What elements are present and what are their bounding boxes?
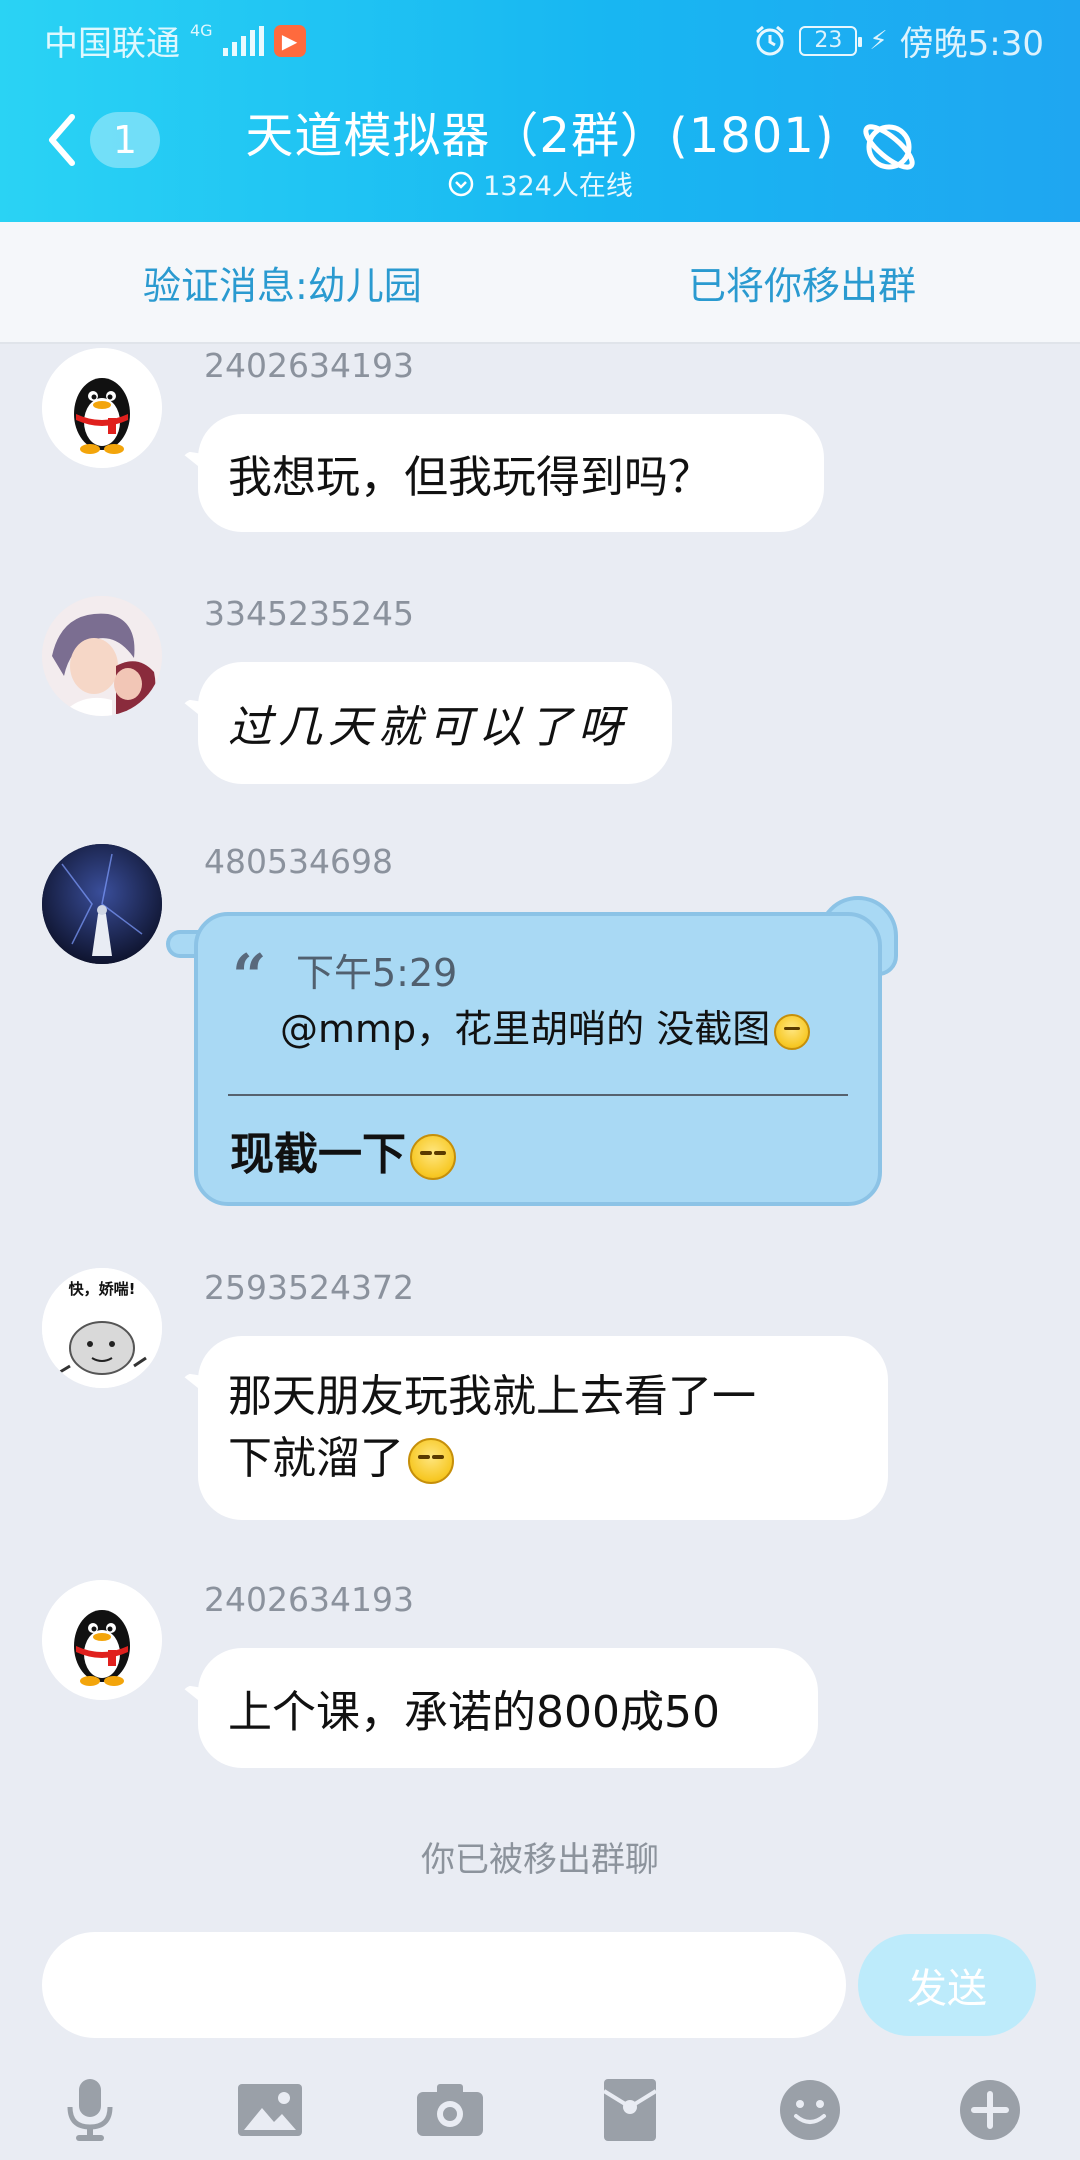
message-bubble[interactable]: 过几天就可以了呀	[198, 662, 672, 784]
plus-icon	[960, 2080, 1020, 2140]
message-bubble[interactable]: 我想玩，但我玩得到吗？	[198, 414, 824, 532]
top-bar: 中国联通 4G ▶ 23 ⚡ 傍晚5:30 1 天道模拟器（2群）(1801)	[0, 0, 1080, 222]
sticker-text: 快，娇喘!	[69, 1280, 136, 1298]
avatar[interactable]: 快，娇喘!	[42, 1268, 162, 1388]
battery-icon: 23	[799, 25, 863, 56]
more-button[interactable]	[950, 2070, 1030, 2150]
smirk-emoji-icon	[774, 1013, 811, 1050]
meme-sticker-avatar-icon: 快，娇喘!	[42, 1268, 162, 1388]
message-text-line2: 下就溜了	[228, 1433, 404, 1484]
red-packet-icon	[602, 2079, 658, 2141]
emoji-button[interactable]	[770, 2070, 850, 2150]
sender-id: 2593524372	[204, 1268, 414, 1307]
quoted-text-content: @mmp，花里胡哨的 没截图	[280, 1007, 771, 1051]
avatar[interactable]	[42, 596, 162, 716]
anime-couple-avatar-icon	[42, 596, 162, 716]
image-icon	[238, 2084, 302, 2136]
emoji-icon	[780, 2080, 840, 2140]
status-bar: 中国联通 4G ▶ 23 ⚡ 傍晚5:30	[0, 0, 1080, 74]
input-toolbar	[0, 2060, 1080, 2160]
online-check-icon	[448, 171, 474, 196]
avatar[interactable]	[42, 348, 162, 468]
camera-button[interactable]	[410, 2070, 490, 2150]
avatar[interactable]	[42, 1580, 162, 1700]
removed-notice-link[interactable]: 已将你移出群	[688, 255, 916, 310]
message-text: 我想玩，但我玩得到吗？	[228, 452, 712, 503]
quoted-text[interactable]: @mmp，花里胡哨的 没截图	[280, 998, 811, 1053]
voice-button[interactable]	[50, 2070, 130, 2150]
battery-level: 23	[814, 28, 843, 53]
message-text: 过几天就可以了呀	[228, 702, 628, 753]
message-text-line2-wrap: 下就溜了	[228, 1428, 454, 1490]
message-input[interactable]	[42, 1932, 846, 2038]
charging-icon: ⚡	[869, 25, 888, 56]
video-app-icon: ▶	[273, 24, 306, 57]
message-bubble[interactable]: 那天朋友玩我就上去看了一 下就溜了	[198, 1336, 888, 1520]
group-notice-bar[interactable]: 验证消息:幼儿园 已将你移出群	[0, 222, 1080, 344]
avatar[interactable]	[42, 844, 162, 964]
carrier-name: 中国联通	[44, 24, 180, 64]
clock: 傍晚5:30	[899, 24, 1044, 64]
sender-id: 3345235245	[204, 594, 414, 633]
reply-text: 现截一下	[230, 1118, 456, 1182]
group-profile-icon[interactable]	[858, 116, 920, 178]
send-button[interactable]: 发送	[858, 1934, 1036, 2036]
reply-text-content: 现截一下	[230, 1129, 406, 1180]
night-sky-avatar-icon	[42, 844, 162, 964]
quote-mark-icon: “	[232, 942, 267, 1012]
mic-icon	[67, 2079, 113, 2141]
sender-id: 2402634193	[204, 1580, 414, 1619]
message-text-line1: 那天朋友玩我就上去看了一	[228, 1371, 756, 1422]
signal-icon	[222, 25, 264, 56]
sender-id: 480534698	[204, 842, 393, 881]
quote-divider	[228, 1094, 848, 1096]
image-button[interactable]	[230, 2070, 310, 2150]
qq-penguin-icon	[42, 348, 162, 468]
message-bubble[interactable]: 上个课，承诺的800成50	[198, 1648, 818, 1768]
online-count-text: 1324人在线	[483, 171, 633, 202]
qq-penguin-icon	[42, 1580, 162, 1700]
smirk-emoji-icon	[410, 1134, 456, 1180]
sender-id: 2402634193	[204, 346, 414, 385]
quoted-time: 下午5:29	[296, 951, 458, 995]
red-packet-button[interactable]	[590, 2070, 670, 2150]
alarm-icon	[756, 25, 785, 55]
verify-message-link[interactable]: 验证消息:幼儿园	[143, 255, 422, 310]
system-notice: 你已被移出群聊	[421, 1840, 659, 1880]
camera-icon	[417, 2084, 483, 2136]
message-text: 上个课，承诺的800成50	[228, 1687, 720, 1738]
network-type: 4G	[190, 20, 213, 40]
smirk-emoji-icon	[408, 1438, 454, 1484]
